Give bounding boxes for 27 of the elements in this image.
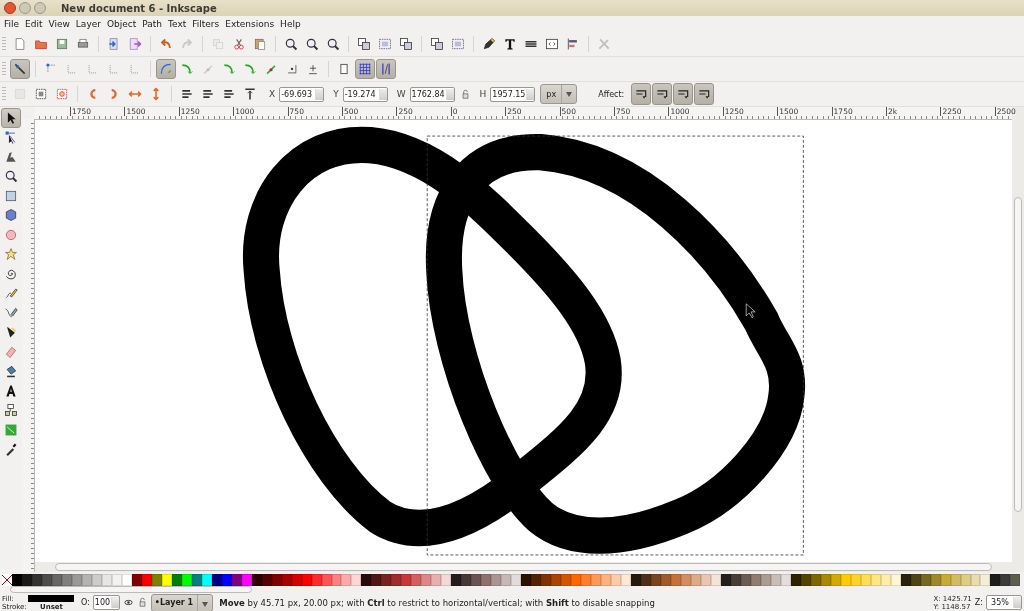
menu-item[interactable]: Edit: [22, 19, 46, 29]
number-field[interactable]: -69.693: [279, 86, 325, 102]
unit-dropdown[interactable]: px: [540, 84, 578, 104]
menu-item[interactable]: Layer: [72, 19, 104, 29]
number-field[interactable]: -19.274: [342, 86, 388, 102]
opacity-field[interactable]: 100: [92, 595, 120, 610]
menu-item[interactable]: Text: [165, 19, 190, 29]
menu-item[interactable]: Object: [103, 19, 140, 29]
affect-label: Affect:: [598, 89, 625, 99]
menu-item[interactable]: Help: [277, 19, 304, 29]
menu-item[interactable]: Extensions: [222, 19, 278, 29]
opacity-label: O:: [81, 598, 90, 607]
field-label: X: [269, 89, 276, 99]
menu-item[interactable]: Path: [139, 19, 166, 29]
menu-item[interactable]: View: [45, 19, 73, 29]
number-field[interactable]: 1957.15: [490, 86, 536, 102]
status-message: Move by 45.71 px, 20.00 px; with Ctrl to restrict to horizontal/vertical; with Shift to disable snapping: [219, 597, 656, 608]
menu-item[interactable]: Filters: [189, 19, 223, 29]
zoom-field[interactable]: 35%: [986, 595, 1022, 610]
number-field[interactable]: 1762.84: [409, 86, 455, 102]
field-label: Y: [333, 89, 339, 99]
layer-dropdown[interactable]: •Layer 1: [150, 593, 214, 611]
field-label: W: [396, 89, 406, 99]
menu-item[interactable]: File: [1, 19, 23, 29]
field-label: H: [479, 89, 487, 99]
zoom-label: Z:: [974, 598, 983, 607]
window-title: New document 6 - Inkscape: [61, 2, 217, 14]
